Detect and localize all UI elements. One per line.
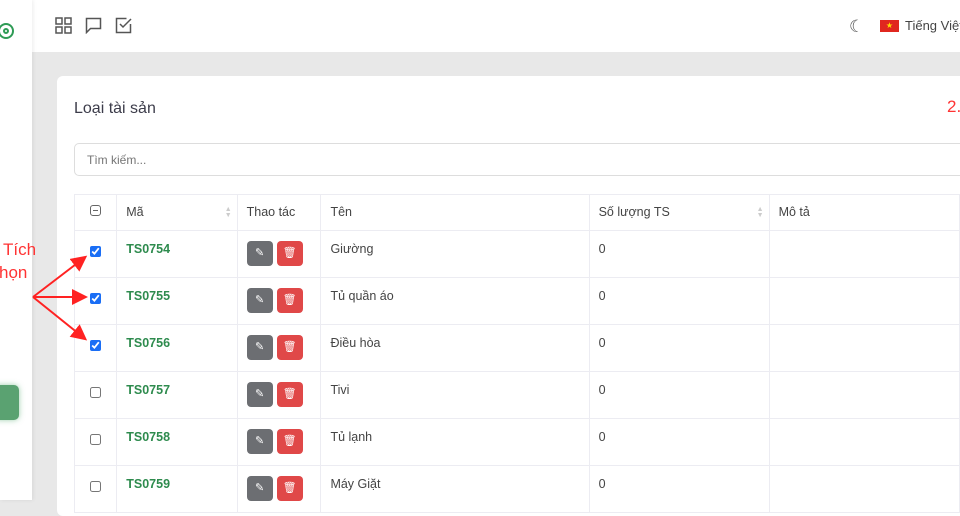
column-label: Số lượng TS xyxy=(599,205,670,219)
edit-button[interactable]: ✎ xyxy=(247,476,273,501)
asset-name: Tủ lạnh xyxy=(321,419,589,466)
asset-count: 0 xyxy=(589,278,769,325)
vietnam-flag-icon[interactable]: ★ xyxy=(880,20,899,32)
column-label: Mã xyxy=(126,205,143,219)
asset-description xyxy=(769,278,959,325)
delete-button[interactable]: 🗑 xyxy=(277,429,303,454)
moon-icon[interactable]: ☾ xyxy=(849,17,864,37)
asset-name: Máy Giặt xyxy=(321,466,589,513)
asset-description xyxy=(769,372,959,419)
row-checkbox[interactable] xyxy=(90,434,101,445)
edit-button[interactable]: ✎ xyxy=(247,429,273,454)
asset-count: 0 xyxy=(589,419,769,466)
annotation-arrows xyxy=(0,0,120,360)
column-header-description: Mô tả xyxy=(769,195,959,231)
asset-name: Giường xyxy=(321,231,589,278)
asset-type-table: Mã ▲▼ Thao tác Tên Số lượng TS ▲▼ Mô tả TS… xyxy=(74,194,960,513)
table-row: TS0755 ✎🗑 Tủ quần áo 0 xyxy=(75,278,960,325)
column-header-code[interactable]: Mã ▲▼ xyxy=(117,195,237,231)
table-row: TS0757 ✎🗑 Tivi 0 xyxy=(75,372,960,419)
column-header-count[interactable]: Số lượng TS ▲▼ xyxy=(589,195,769,231)
actions-cell: ✎🗑 xyxy=(237,231,321,278)
table-row: TS0758 ✎🗑 Tủ lạnh 0 xyxy=(75,419,960,466)
actions-cell: ✎🗑 xyxy=(237,466,321,513)
asset-description xyxy=(769,325,959,372)
delete-button[interactable]: 🗑 xyxy=(277,288,303,313)
row-checkbox[interactable] xyxy=(90,387,101,398)
search-input[interactable] xyxy=(74,143,960,176)
asset-name: Điều hòa xyxy=(321,325,589,372)
actions-cell: ✎🗑 xyxy=(237,372,321,419)
edit-button[interactable]: ✎ xyxy=(247,288,273,313)
asset-description xyxy=(769,466,959,513)
actions-cell: ✎🗑 xyxy=(237,325,321,372)
asset-description xyxy=(769,419,959,466)
asset-code[interactable]: TS0759 xyxy=(117,466,237,513)
actions-cell: ✎🗑 xyxy=(237,278,321,325)
sidebar-button[interactable] xyxy=(0,385,19,420)
table-row: TS0756 ✎🗑 Điều hòa 0 xyxy=(75,325,960,372)
delete-button[interactable]: 🗑 xyxy=(277,335,303,360)
column-header-actions: Thao tác xyxy=(237,195,321,231)
asset-description xyxy=(769,231,959,278)
asset-count: 0 xyxy=(589,466,769,513)
edit-button[interactable]: ✎ xyxy=(247,335,273,360)
asset-code[interactable]: TS0757 xyxy=(117,372,237,419)
actions-cell: ✎🗑 xyxy=(237,419,321,466)
asset-count: 0 xyxy=(589,231,769,278)
table-header-row: Mã ▲▼ Thao tác Tên Số lượng TS ▲▼ Mô tả xyxy=(75,195,960,231)
asset-count: 0 xyxy=(589,372,769,419)
asset-count: 0 xyxy=(589,325,769,372)
delete-button[interactable]: 🗑 xyxy=(277,241,303,266)
row-checkbox[interactable] xyxy=(90,481,101,492)
row-checkbox-cell xyxy=(75,419,117,466)
row-checkbox-cell xyxy=(75,466,117,513)
table-row: TS0759 ✎🗑 Máy Giặt 0 xyxy=(75,466,960,513)
asset-code[interactable]: TS0756 xyxy=(117,325,237,372)
asset-code[interactable]: TS0754 xyxy=(117,231,237,278)
column-header-name: Tên xyxy=(321,195,589,231)
sort-icon[interactable]: ▲▼ xyxy=(757,207,764,219)
sort-icon[interactable]: ▲▼ xyxy=(225,207,232,219)
language-selector[interactable]: Tiếng Việt xyxy=(905,18,960,33)
top-header xyxy=(32,0,960,52)
delete-button[interactable]: 🗑 xyxy=(277,476,303,501)
asset-code[interactable]: TS0758 xyxy=(117,419,237,466)
delete-button[interactable]: 🗑 xyxy=(277,382,303,407)
asset-name: Tivi xyxy=(321,372,589,419)
asset-code[interactable]: TS0755 xyxy=(117,278,237,325)
edit-button[interactable]: ✎ xyxy=(247,382,273,407)
step-annotation: 2. xyxy=(947,97,960,117)
table-row: TS0754 ✎🗑 Giường 0 xyxy=(75,231,960,278)
edit-button[interactable]: ✎ xyxy=(247,241,273,266)
asset-name: Tủ quần áo xyxy=(321,278,589,325)
row-checkbox-cell xyxy=(75,372,117,419)
